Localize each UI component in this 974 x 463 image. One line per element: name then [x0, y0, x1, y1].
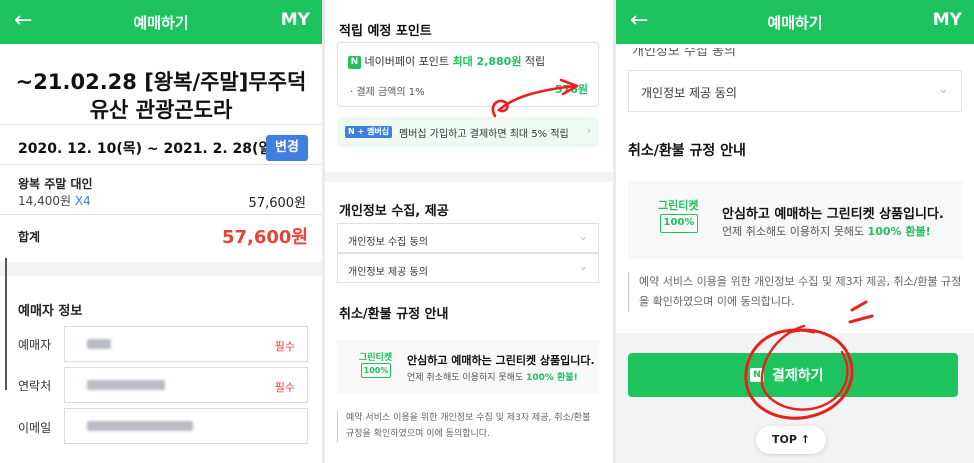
refund-heading: 취소/환불 규정 안내	[628, 143, 746, 159]
payment-rate: · 결제 금액의 1%	[350, 87, 425, 98]
membership-banner[interactable]: N + 멤버십 멤버십 가입하고 결제하면 최대 5% 적립 ›	[337, 117, 599, 147]
green-ticket-logo-text: 그린티켓	[658, 199, 699, 212]
header-title: 예매하기	[767, 14, 823, 32]
total-label: 합계	[18, 230, 41, 244]
accordion-label: 개인정보 수집 동의	[348, 237, 428, 248]
accordion-label: 개인정보 제공 동의	[641, 86, 737, 100]
product-title: ~21.02.28 [왕복/주말]무주덕유산 관광곤도라	[15, 70, 307, 122]
green-ticket-logo-pct: 100%	[660, 214, 698, 233]
consent-notice: 예약 서비스 이용을 위한 개인정보 수집 및 제3자 제공, 취소/환불 규정…	[337, 410, 599, 442]
email-field[interactable]	[64, 408, 308, 444]
npay-text: 네이버페이 포인트	[364, 55, 453, 68]
ticket-type: 왕복 주말 대인	[18, 177, 93, 191]
naver-pay-icon: N	[750, 368, 764, 382]
green-ticket-refund: 100% 환불!	[526, 373, 578, 383]
section-gap	[0, 262, 322, 276]
scroll-indicator	[5, 258, 7, 390]
phone-label: 연락처	[18, 379, 52, 393]
booker-name-label: 예매자	[18, 338, 52, 352]
green-ticket-icon: 그린티켓 100%	[658, 197, 704, 239]
booking-screen-3: 개인정보 수집 동의 개인정보 제공 동의 ⌄ ← 예매하기 MY 취소/환불 …	[616, 0, 974, 463]
consent-notice: 예약 서비스 이용을 위한 개인정보 수집 및 제3자 제공, 취소/환불 규정…	[628, 272, 962, 312]
header-title: 예매하기	[133, 14, 189, 32]
phone-field[interactable]: 필수	[64, 367, 308, 403]
green-ticket-logo-pct: 100%	[361, 363, 391, 378]
privacy-collect-accordion[interactable]: 개인정보 수집 동의 ⌄	[337, 223, 599, 253]
redacted-value	[87, 339, 111, 349]
unit-price: 14,400원 X4	[18, 192, 91, 209]
green-ticket-banner: 그린티켓 100% 안심하고 예매하는 그린티켓 상품입니다. 언제 취소해도 …	[628, 181, 962, 259]
my-page-link[interactable]: MY	[281, 10, 310, 30]
divider	[0, 124, 322, 125]
green-ticket-logo-text: 그린티켓	[359, 353, 393, 363]
required-badge: 필수	[274, 381, 295, 394]
chevron-right-icon: ›	[586, 124, 591, 137]
pay-button-label: 결제하기	[772, 368, 824, 384]
payment-rate-text: 결제 금액의 1%	[356, 87, 425, 98]
chevron-down-icon: ⌄	[938, 82, 949, 97]
line-amount: 57,600원	[248, 196, 306, 211]
section-gap	[325, 172, 613, 182]
unit-price-value: 14,400원	[18, 194, 72, 208]
booking-screen-2: 적립 예정 포인트 N 네이버페이 포인트 최대 2,880원 적립 · 결제 …	[325, 0, 613, 463]
email-label: 이메일	[18, 421, 52, 435]
naver-pay-icon: N	[348, 55, 361, 69]
app-header: ← 예매하기 MY	[0, 0, 322, 44]
divider	[0, 214, 322, 215]
npay-suffix: 적립	[521, 55, 546, 68]
app-header: ← 예매하기 MY	[616, 0, 974, 44]
scroll-top-button[interactable]: TOP ↑	[756, 426, 826, 454]
booking-screen-1: ← 예매하기 MY ~21.02.28 [왕복/주말]무주덕유산 관광곤도라 2…	[0, 0, 322, 463]
npay-max: 최대 2,880원	[452, 55, 522, 68]
booker-info-heading: 예매자 정보	[18, 304, 83, 319]
change-date-button[interactable]: 변경	[266, 135, 308, 161]
green-ticket-title: 안심하고 예매하는 그린티켓 상품입니다.	[407, 354, 595, 367]
date-range: 2020. 12. 10(목) ~ 2021. 2. 28(일)	[18, 141, 278, 157]
required-badge: 필수	[274, 340, 295, 353]
total-amount: 57,600원	[221, 227, 308, 248]
membership-badge: N + 멤버십	[345, 126, 393, 138]
green-ticket-sub-text: 언제 취소해도 이용하지 못해도	[722, 225, 868, 238]
chevron-down-icon: ⌄	[578, 260, 588, 273]
green-ticket-sub-text: 언제 취소해도 이용하지 못해도	[407, 373, 527, 383]
redacted-value	[87, 380, 165, 390]
my-page-link[interactable]: MY	[933, 10, 962, 30]
redacted-value	[87, 421, 193, 431]
privacy-heading: 개인정보 수집, 제공	[339, 204, 449, 219]
naver-pay-points: N 네이버페이 포인트 최대 2,880원 적립	[348, 53, 545, 69]
green-ticket-banner: 그린티켓 100% 안심하고 예매하는 그린티켓 상품입니다. 언제 취소해도 …	[337, 340, 599, 394]
green-ticket-icon: 그린티켓 100%	[359, 350, 395, 382]
green-ticket-refund: 100% 환불!	[867, 225, 931, 238]
membership-text: 멤버십 가입하고 결제하면 최대 5% 적립	[399, 129, 569, 140]
accordion-label: 개인정보 제공 동의	[348, 267, 428, 278]
privacy-provide-accordion[interactable]: 개인정보 제공 동의 ⌄	[337, 253, 599, 283]
payment-points: 576원	[554, 83, 588, 96]
green-ticket-title: 안심하고 예매하는 그린티켓 상품입니다.	[722, 207, 944, 222]
divider	[0, 164, 322, 165]
privacy-provide-accordion[interactable]: 개인정보 제공 동의 ⌄	[628, 70, 962, 112]
chevron-down-icon: ⌄	[578, 230, 588, 243]
ticket-quantity: X4	[74, 194, 91, 208]
points-heading: 적립 예정 포인트	[339, 24, 432, 39]
booker-name-field[interactable]: 필수	[64, 326, 308, 362]
points-box: N 네이버페이 포인트 최대 2,880원 적립 · 결제 금액의 1% 576…	[337, 42, 599, 107]
refund-heading: 취소/환불 규정 안내	[339, 307, 449, 322]
green-ticket-subtitle: 언제 취소해도 이용하지 못해도 100% 환불!	[407, 370, 578, 383]
green-ticket-subtitle: 언제 취소해도 이용하지 못해도 100% 환불!	[722, 223, 931, 239]
pay-button[interactable]: N 결제하기	[628, 353, 958, 397]
